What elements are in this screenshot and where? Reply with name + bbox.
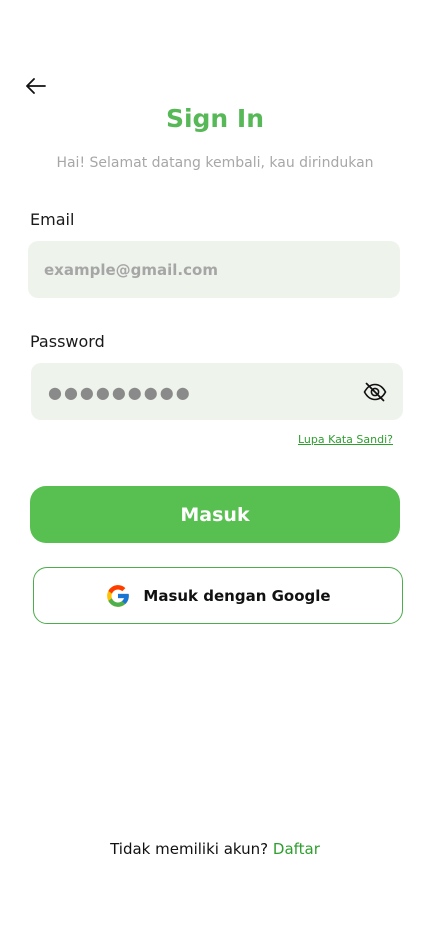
toggle-password-visibility-button[interactable] — [362, 381, 388, 403]
password-masked-value: ●●●●●●●●● — [48, 383, 192, 402]
email-label: Email — [30, 210, 75, 229]
register-link[interactable]: Daftar — [273, 840, 320, 858]
page-title: Sign In — [165, 104, 265, 133]
page-subtitle: Hai! Selamat datang kembali, kau dirindu… — [56, 155, 374, 171]
email-field[interactable] — [28, 260, 400, 279]
register-prompt-text: Tidak memiliki akun? — [110, 840, 269, 858]
google-sign-in-button[interactable]: Masuk dengan Google — [33, 567, 403, 624]
forgot-password-link[interactable]: Lupa Kata Sandi? — [240, 433, 393, 446]
sign-in-button[interactable]: Masuk — [30, 486, 400, 543]
google-icon — [105, 583, 131, 609]
back-button[interactable] — [24, 74, 48, 98]
eye-off-icon — [363, 382, 387, 402]
register-prompt: Tidak memiliki akun? Daftar — [0, 840, 430, 858]
google-sign-in-label: Masuk dengan Google — [143, 586, 331, 605]
password-label: Password — [30, 332, 105, 351]
arrow-left-icon — [26, 78, 46, 94]
email-field-container — [28, 241, 400, 298]
